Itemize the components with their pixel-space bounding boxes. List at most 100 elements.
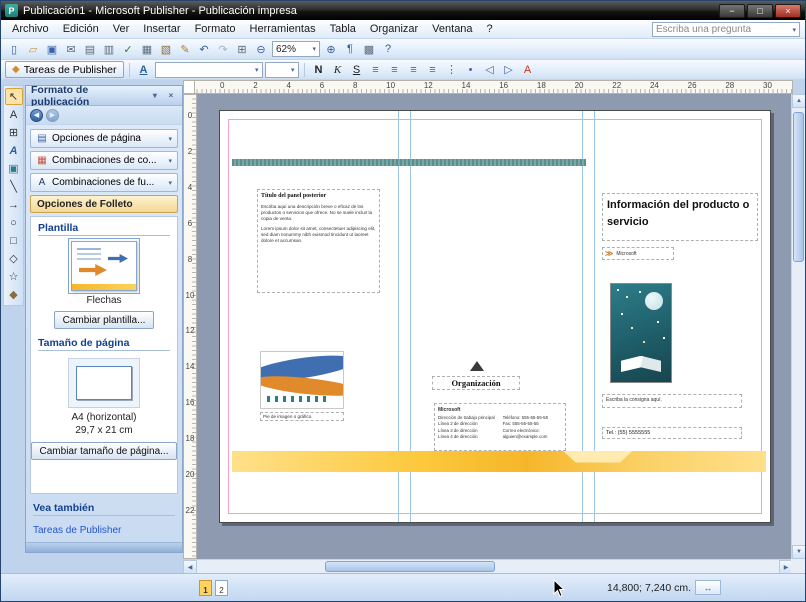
font-size-select[interactable]: ▾ xyxy=(264,61,299,78)
underline-button[interactable]: S xyxy=(348,61,366,78)
table-tool-icon[interactable]: ⊞ xyxy=(5,124,23,141)
arrow-tool-icon[interactable]: → xyxy=(5,196,23,213)
help-icon[interactable]: ? xyxy=(379,41,397,58)
align-justify-button[interactable]: ≡ xyxy=(424,61,442,78)
copy-icon[interactable]: ▦ xyxy=(138,41,156,58)
menu-tabla[interactable]: Tabla xyxy=(323,21,363,37)
task-pane-menu-icon[interactable]: ▾ xyxy=(149,91,161,100)
print-preview-icon[interactable]: ▥ xyxy=(100,41,118,58)
align-left-button[interactable]: ≡ xyxy=(367,61,385,78)
close-button[interactable]: × xyxy=(775,3,801,18)
bullets-button[interactable]: • xyxy=(462,61,480,78)
template-thumbnail[interactable] xyxy=(68,238,140,294)
zoom-in-icon[interactable]: ⊕ xyxy=(322,41,340,58)
menu-ventana[interactable]: Ventana xyxy=(425,21,479,37)
see-also-section: Vea también Tareas de Publisher xyxy=(30,497,178,538)
template-name: Flechas xyxy=(86,295,122,306)
design-gallery-tool-icon[interactable]: ◆ xyxy=(5,286,23,303)
front-panel-image[interactable] xyxy=(610,283,672,383)
back-panel-text-box[interactable]: Título del panel posterior Escriba aquí … xyxy=(257,189,380,293)
open-icon[interactable]: ▱ xyxy=(24,41,42,58)
undo-icon[interactable]: ↶ xyxy=(195,41,213,58)
numbering-button[interactable]: ⋮ xyxy=(443,61,461,78)
align-right-button[interactable]: ≡ xyxy=(405,61,423,78)
autoshapes-tool-icon[interactable]: ◇ xyxy=(5,250,23,267)
minimize-button[interactable]: − xyxy=(719,3,745,18)
menu-ayuda[interactable]: ? xyxy=(480,21,500,37)
horizontal-scrollbar[interactable]: ◀ ▶ xyxy=(183,559,793,574)
back-panel-image[interactable] xyxy=(260,351,344,409)
workspace-canvas[interactable]: Título del panel posterior Escriba aquí … xyxy=(197,94,793,559)
vertical-scrollbar[interactable]: ▲ ▼ xyxy=(791,94,805,559)
zoom-select[interactable]: 62% ▾ xyxy=(272,41,320,57)
menu-insertar[interactable]: Insertar xyxy=(136,21,187,37)
publisher-tasks-button[interactable]: ◆ Tareas de Publisher xyxy=(5,61,124,78)
vertical-ruler[interactable]: 0 2 4 6 8 10 12 14 16 18 20 22 xyxy=(183,94,197,559)
front-company-box[interactable]: ≫ Microsoft xyxy=(602,247,674,260)
picture-frame-tool-icon[interactable]: ▣ xyxy=(5,160,23,177)
ruler-origin-box[interactable] xyxy=(183,80,195,94)
scroll-down-button[interactable]: ▼ xyxy=(792,545,805,559)
organization-info-box[interactable]: Microsoft Dirección de trabajo principal… xyxy=(434,403,566,451)
page-thumbnail[interactable]: 1 xyxy=(199,580,212,596)
tagline-box[interactable]: Escriba la consigna aquí. xyxy=(602,394,742,408)
publication-page[interactable]: Título del panel posterior Escriba aquí … xyxy=(219,110,771,523)
italic-button[interactable]: K xyxy=(329,61,347,78)
rectangle-tool-icon[interactable]: □ xyxy=(5,232,23,249)
redo-icon[interactable]: ↷ xyxy=(214,41,232,58)
styles-icon[interactable]: A xyxy=(135,61,153,78)
line-tool-icon[interactable]: ╲ xyxy=(5,178,23,195)
back-panel-caption[interactable]: Pie de imagen o gráfico. xyxy=(260,412,344,421)
menu-organizar[interactable]: Organizar xyxy=(363,21,425,37)
page-thumbnail[interactable]: 2 xyxy=(215,580,228,596)
horizontal-ruler[interactable]: 0 2 4 6 8 10 12 14 16 18 20 22 24 26 28 30 xyxy=(183,80,793,94)
organization-logo[interactable] xyxy=(470,361,484,371)
question-input[interactable]: Escriba una pregunta ▾ xyxy=(652,22,800,37)
scroll-up-button[interactable]: ▲ xyxy=(792,94,805,108)
horizontal-scroll-thumb[interactable] xyxy=(325,561,495,572)
decrease-indent-button[interactable]: ◁ xyxy=(481,61,499,78)
bold-button[interactable]: N xyxy=(310,61,328,78)
vertical-scroll-thumb[interactable] xyxy=(793,112,804,262)
mail-icon[interactable]: ✉ xyxy=(62,41,80,58)
insert-table-icon[interactable]: ⊞ xyxy=(233,41,251,58)
select-tool-icon[interactable]: ↖ xyxy=(4,88,23,105)
back-button[interactable]: ◀ xyxy=(30,108,43,122)
menu-archivo[interactable]: Archivo xyxy=(5,21,56,37)
special-characters-icon[interactable]: ¶ xyxy=(341,41,359,58)
zoom-out-icon[interactable]: ⊖ xyxy=(252,41,270,58)
task-pane-close-icon[interactable]: × xyxy=(165,91,177,100)
align-center-button[interactable]: ≡ xyxy=(386,61,404,78)
paste-icon[interactable]: ▧ xyxy=(157,41,175,58)
change-page-size-button[interactable]: Cambiar tamaño de página... xyxy=(31,442,177,460)
change-template-button[interactable]: Cambiar plantilla... xyxy=(53,311,155,329)
text-box-tool-icon[interactable]: A xyxy=(5,106,23,123)
teal-divider-bar[interactable] xyxy=(232,159,586,166)
brochure-options-header[interactable]: Opciones de Folleto xyxy=(30,195,178,213)
phone-box[interactable]: Tel.: (55) 5555555 xyxy=(602,427,742,439)
organization-name-box[interactable]: Organización xyxy=(432,376,520,390)
format-painter-icon[interactable]: ✎ xyxy=(176,41,194,58)
boundaries-icon[interactable]: ▩ xyxy=(360,41,378,58)
front-panel-title-box[interactable]: Información del producto o servicio xyxy=(602,193,758,241)
new-icon[interactable]: ▯ xyxy=(5,41,23,58)
increase-indent-button[interactable]: ▷ xyxy=(500,61,518,78)
print-icon[interactable]: ▤ xyxy=(81,41,99,58)
page-size-thumbnail[interactable] xyxy=(68,358,140,408)
save-icon[interactable]: ▣ xyxy=(43,41,61,58)
forward-button[interactable]: ▶ xyxy=(46,108,59,122)
menu-herramientas[interactable]: Herramientas xyxy=(243,21,323,37)
font-select[interactable]: ▾ xyxy=(154,61,263,78)
oval-tool-icon[interactable]: ○ xyxy=(5,214,23,231)
maximize-button[interactable]: □ xyxy=(747,3,773,18)
menu-formato[interactable]: Formato xyxy=(188,21,243,37)
scroll-left-button[interactable]: ◀ xyxy=(183,560,197,574)
bookmark-tool-icon[interactable]: ☆ xyxy=(5,268,23,285)
menu-ver[interactable]: Ver xyxy=(106,21,137,37)
publisher-tasks-link[interactable]: Tareas de Publisher xyxy=(33,525,121,536)
spelling-icon[interactable]: ✓ xyxy=(119,41,137,58)
font-color-button[interactable]: A xyxy=(519,61,537,78)
yellow-accent-band[interactable] xyxy=(232,451,766,472)
wordart-tool-icon[interactable]: A xyxy=(5,142,23,159)
menu-edicion[interactable]: Edición xyxy=(56,21,106,37)
